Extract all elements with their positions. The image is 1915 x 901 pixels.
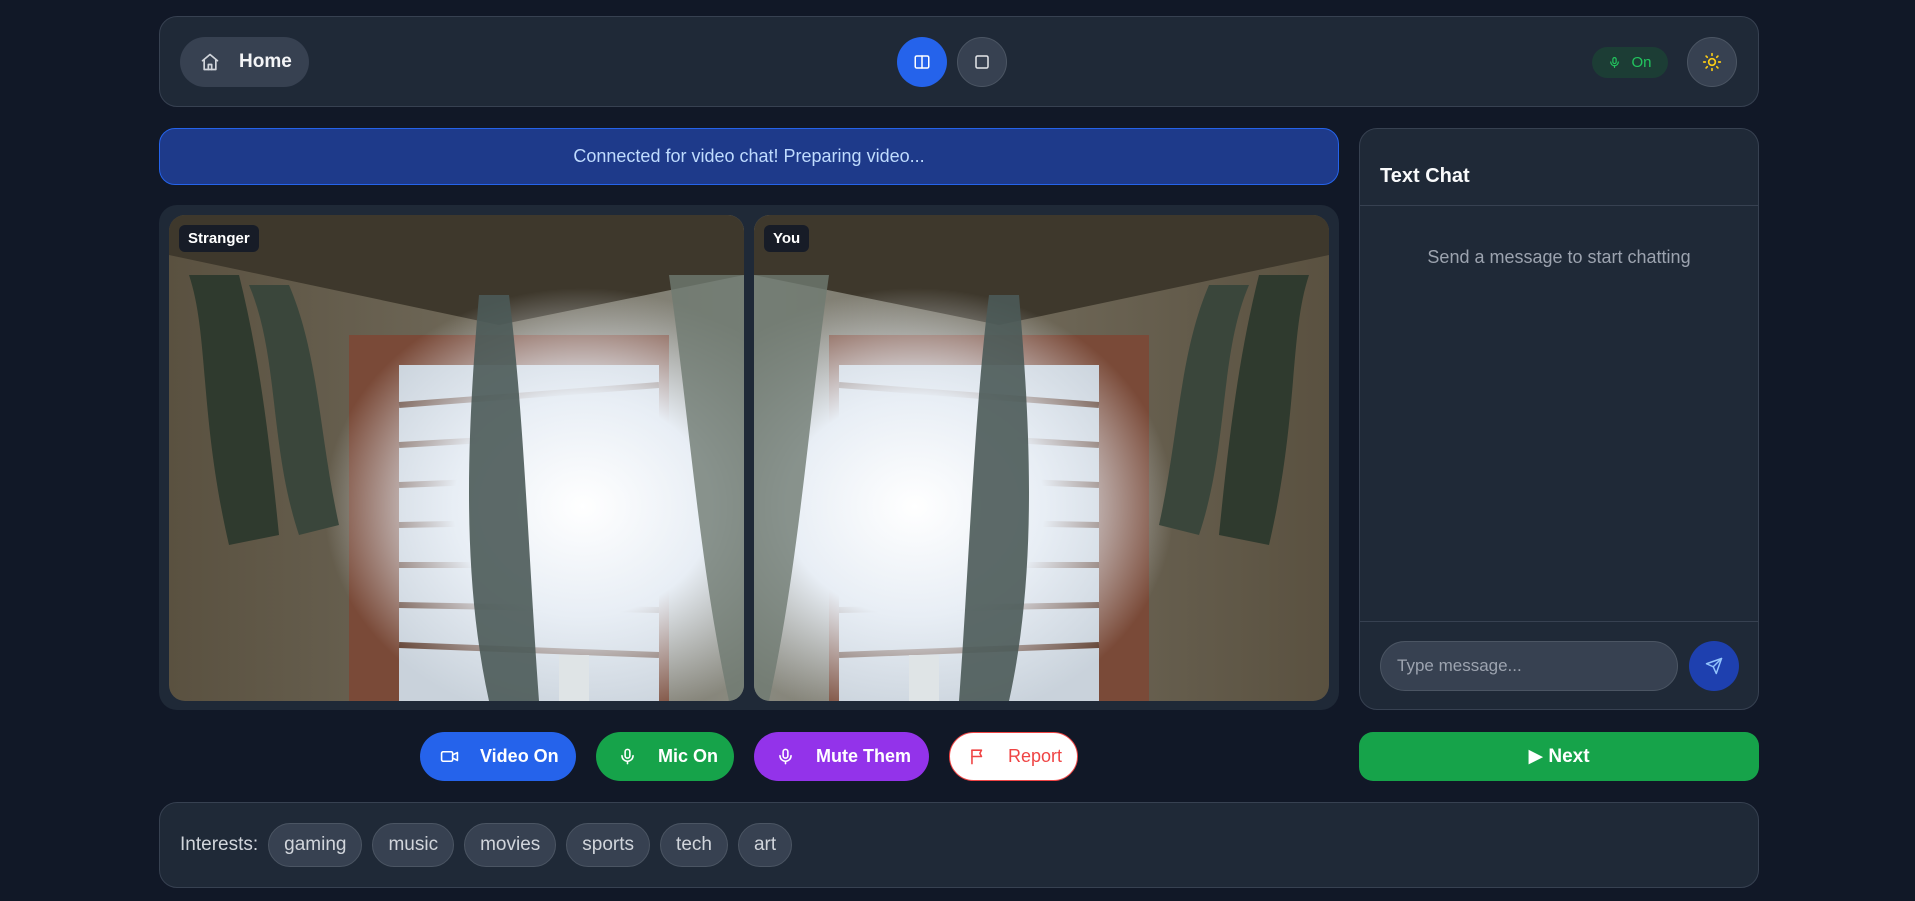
top-bar: Home On [159, 16, 1759, 107]
call-controls: Video On Mic On Mute Them Report [0, 732, 1339, 782]
stranger-video: Stranger [169, 215, 744, 701]
split-layout-button[interactable] [897, 37, 947, 87]
video-toggle-label: Video On [480, 746, 559, 766]
interest-chip-tech[interactable]: tech [660, 823, 728, 867]
video-icon [440, 750, 459, 763]
stranger-label: Stranger [179, 225, 259, 252]
chat-empty-message: Send a message to start chatting [1427, 247, 1691, 267]
video-area: Stranger You [159, 205, 1339, 710]
home-icon [201, 53, 219, 71]
home-button[interactable]: Home [180, 37, 309, 87]
mic-icon [1610, 57, 1620, 68]
single-layout-button[interactable] [957, 37, 1007, 87]
self-label: You [764, 225, 810, 252]
interest-chip-movies[interactable]: movies [464, 823, 557, 867]
report-button[interactable]: Report [949, 732, 1078, 781]
connection-status-banner: Connected for video chat! Preparing vide… [159, 128, 1339, 185]
mic-toggle-button[interactable]: Mic On [596, 732, 734, 781]
report-label: Report [1008, 746, 1063, 766]
mute-them-label: Mute Them [816, 746, 912, 766]
chat-title: Text Chat [1380, 165, 1470, 187]
mic-toggle-label: Mic On [658, 746, 719, 766]
chat-header-divider [1360, 205, 1758, 206]
single-layout-icon [975, 55, 989, 69]
split-layout-icon [914, 55, 930, 69]
next-button[interactable]: ▶ Next [1359, 732, 1759, 781]
home-label: Home [239, 51, 292, 72]
mic-status-badge: On [1592, 47, 1668, 78]
mic-status-text: On [1631, 54, 1652, 71]
interests-bar: Interests: gaming music movies sports te… [159, 802, 1759, 888]
send-icon [1705, 657, 1723, 675]
video-toggle-button[interactable]: Video On [420, 732, 576, 781]
flag-icon [971, 749, 983, 765]
stranger-video-feed [169, 215, 744, 701]
interest-chip-gaming[interactable]: gaming [268, 823, 363, 867]
interest-chip-sports[interactable]: sports [566, 823, 651, 867]
interest-chip-art[interactable]: art [737, 823, 793, 867]
self-video-feed [754, 215, 1329, 701]
mic-icon [621, 748, 634, 765]
mute-them-button[interactable]: Mute Them [754, 732, 929, 781]
mic-icon [779, 748, 792, 765]
interests-label: Interests: [180, 834, 259, 855]
chat-footer-divider [1360, 621, 1758, 622]
chat-message-input[interactable] [1380, 641, 1678, 691]
text-chat-panel: Text Chat Send a message to start chatti… [1359, 128, 1759, 710]
send-message-button[interactable] [1689, 641, 1739, 691]
interest-chip-music[interactable]: music [372, 823, 455, 867]
theme-toggle-button[interactable] [1687, 37, 1737, 87]
sun-icon [1702, 52, 1722, 72]
self-video: You [754, 215, 1329, 701]
